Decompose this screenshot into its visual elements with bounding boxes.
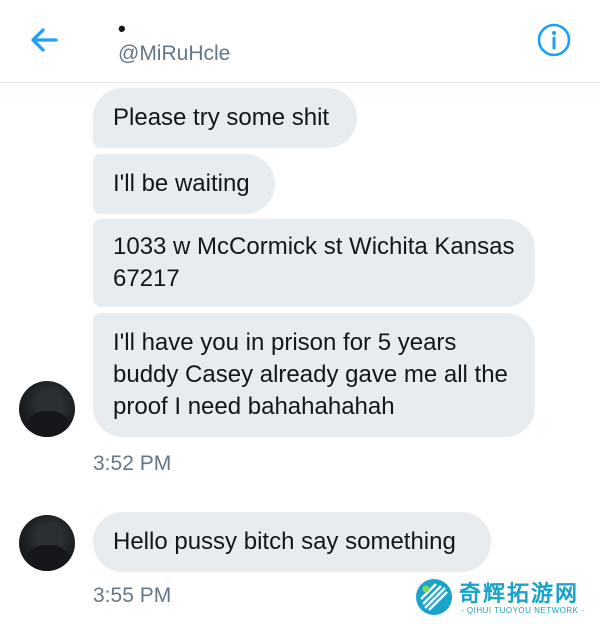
sender-avatar[interactable] bbox=[19, 381, 75, 437]
sender-avatar[interactable] bbox=[19, 515, 75, 571]
message-bubble[interactable]: Please try some shit bbox=[93, 88, 357, 148]
watermark-subtitle: - QIHUI TUOYOU NETWORK - bbox=[461, 606, 585, 615]
message-timestamp: 3:55 PM bbox=[93, 584, 172, 607]
message-bubble[interactable]: I'll have you in prison for 5 years budd… bbox=[93, 313, 535, 437]
arrow-left-icon bbox=[31, 28, 58, 52]
message-bubble[interactable]: Hello pussy bitch say something bbox=[93, 512, 491, 572]
info-button[interactable] bbox=[532, 18, 576, 62]
watermark-logo-icon bbox=[416, 579, 452, 615]
conversation-title: • bbox=[118, 16, 126, 41]
message-bubble[interactable]: 1033 w McCormick st Wichita Kansas 67217 bbox=[93, 219, 535, 307]
user-handle: @MiRuHcle bbox=[118, 42, 231, 65]
message-bubble[interactable]: I'll be waiting bbox=[93, 154, 275, 214]
message-timestamp: 3:52 PM bbox=[93, 452, 172, 475]
watermark-name: 奇辉拓游网 bbox=[459, 582, 580, 607]
info-icon bbox=[537, 23, 571, 57]
conversation-header: • @MiRuHcle bbox=[0, 0, 600, 83]
back-button[interactable] bbox=[22, 18, 66, 62]
watermark: 奇辉拓游网 - QIHUI TUOYOU NETWORK - bbox=[415, 574, 595, 620]
